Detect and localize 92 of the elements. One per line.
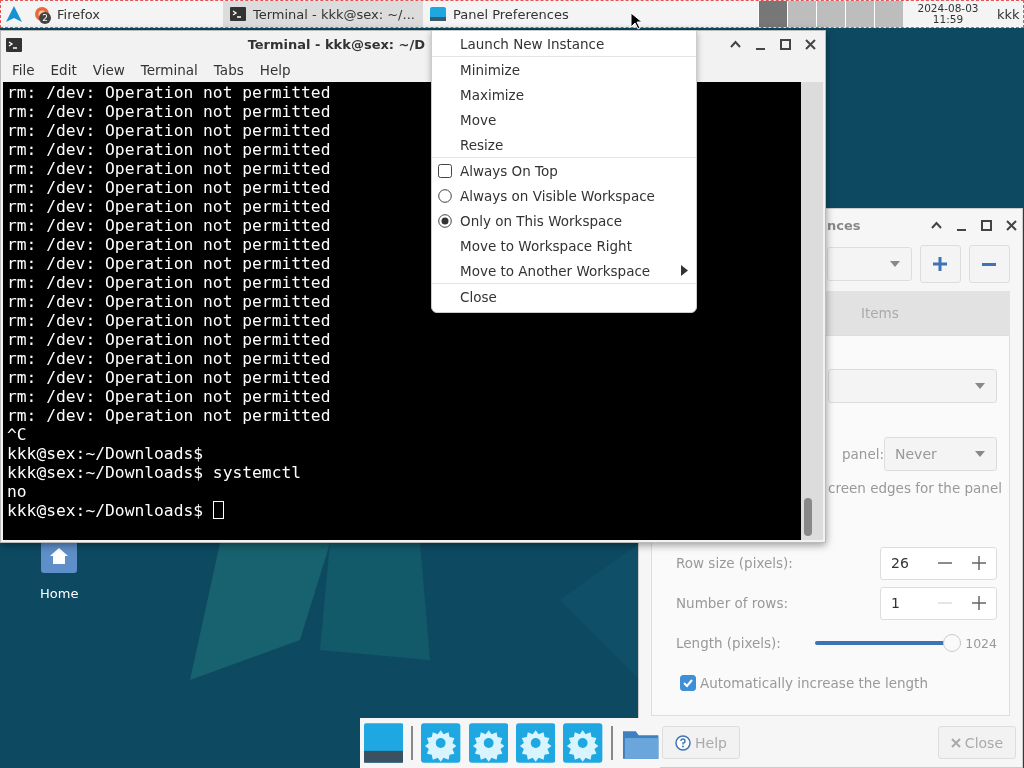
- field-label: panel:: [842, 446, 884, 462]
- terminal-line: rm: /dev: Operation not permitted: [7, 121, 331, 140]
- maximize-button[interactable]: [980, 218, 993, 232]
- field-label: creen edges for the panel: [828, 480, 1002, 496]
- menu-icon[interactable]: [5, 5, 23, 23]
- terminal-line: rm: /dev: Operation not permitted: [7, 368, 331, 387]
- submenu-arrow-icon: [681, 265, 688, 276]
- radio-button[interactable]: [438, 188, 452, 203]
- field-label: Number of rows:: [676, 595, 788, 611]
- menu-item[interactable]: View: [85, 60, 132, 80]
- terminal-line: rm: /dev: Operation not permitted: [7, 102, 331, 121]
- gear-icon[interactable]: [421, 723, 461, 763]
- window-title: Terminal - kkk@sex: ~/D: [247, 37, 425, 52]
- gear-icon[interactable]: [516, 723, 556, 763]
- gear-icon[interactable]: [468, 723, 508, 763]
- user-name[interactable]: kkk: [993, 6, 1023, 22]
- terminal-line: rm: /dev: Operation not permitted: [7, 330, 331, 349]
- caret-icon: [974, 382, 986, 390]
- radio-button[interactable]: [438, 213, 452, 228]
- menu-item[interactable]: Move to Workspace Right: [460, 237, 632, 254]
- terminal-line: rm: /dev: Operation not permitted: [7, 197, 331, 216]
- field-label: Length (pixels):: [676, 635, 781, 651]
- menu-item[interactable]: Maximize: [460, 86, 524, 103]
- remove-button[interactable]: [968, 245, 1010, 283]
- clock-time: 11:59: [932, 14, 964, 25]
- scrollbar[interactable]: [801, 82, 823, 540]
- terminal-line: rm: /dev: Operation not permitted: [7, 235, 331, 254]
- terminal-line: rm: /dev: Operation not permitted: [7, 140, 331, 159]
- terminal-line: kkk@sex:~/Downloads$: [7, 444, 204, 463]
- terminal-line: no: [7, 482, 27, 501]
- menu-item[interactable]: Resize: [460, 136, 504, 153]
- increment-button[interactable]: [972, 596, 986, 610]
- menu-item[interactable]: Launch New Instance: [460, 35, 605, 52]
- maximize-button[interactable]: [779, 38, 792, 51]
- terminal-icon: [229, 5, 247, 23]
- terminal-line: rm: /dev: Operation not permitted: [7, 216, 331, 235]
- terminal-line: rm: /dev: Operation not permitted: [7, 178, 331, 197]
- taskbar-button[interactable]: Terminal - kkk@sex: ~/...: [223, 1, 423, 27]
- caret-icon: [974, 450, 986, 458]
- close-icon: [950, 737, 961, 748]
- terminal-icon: [5, 35, 23, 54]
- menu-item[interactable]: Help: [252, 60, 298, 80]
- terminal-line: rm: /dev: Operation not permitted: [7, 406, 331, 425]
- count-badge: 2: [39, 12, 51, 24]
- terminal-line: rm: /dev: Operation not permitted: [7, 311, 331, 330]
- terminal-line: rm: /dev: Operation not permitted: [7, 83, 331, 102]
- icon-label[interactable]: Home: [40, 586, 79, 601]
- menu-item[interactable]: Tabs: [206, 60, 251, 80]
- menu-item[interactable]: Always on Visible Workspace: [460, 187, 655, 204]
- increment-button[interactable]: [972, 556, 986, 570]
- checkbox[interactable]: [438, 163, 452, 178]
- terminal-line: rm: /dev: Operation not permitted: [7, 349, 331, 368]
- terminal-line: ^C: [7, 425, 27, 444]
- menu-item[interactable]: Terminal: [133, 60, 205, 80]
- terminal-line: rm: /dev: Operation not permitted: [7, 387, 331, 406]
- panel-icon[interactable]: [364, 723, 404, 763]
- menu-item[interactable]: Minimize: [460, 61, 520, 78]
- menu-item[interactable]: Move: [460, 111, 497, 128]
- close-button[interactable]: [1005, 218, 1018, 232]
- terminal-line: rm: /dev: Operation not permitted: [7, 159, 331, 178]
- spin-field[interactable]: 1: [880, 586, 997, 620]
- menu-item[interactable]: Always On Top: [460, 162, 558, 179]
- terminal-line: rm: /dev: Operation not permitted: [7, 292, 331, 311]
- menu-item[interactable]: Close: [460, 288, 497, 305]
- window-title: nces: [827, 217, 861, 233]
- gear-icon[interactable]: [563, 723, 603, 763]
- clock-date: 2024-08-03: [917, 3, 979, 14]
- terminal-line: rm: /dev: Operation not permitted: [7, 273, 331, 292]
- panel-icon: [429, 5, 447, 23]
- terminal-line: kkk@sex:~/Downloads$ systemctl: [7, 463, 302, 482]
- menu-item[interactable]: File: [5, 60, 42, 80]
- spin-field[interactable]: 26: [880, 546, 997, 580]
- text-cursor: [212, 501, 224, 519]
- menu-item[interactable]: Only on This Workspace: [460, 212, 622, 229]
- taskbar-button[interactable]: 2 Firefox: [27, 1, 223, 27]
- minus-icon: [982, 262, 997, 266]
- checkbox[interactable]: [680, 675, 696, 691]
- home-folder-icon[interactable]: [40, 540, 79, 574]
- menu-item[interactable]: Move to Another Workspace: [460, 262, 651, 279]
- length-slider[interactable]: [815, 634, 961, 652]
- add-button[interactable]: [919, 245, 961, 283]
- slider-value: 1024: [964, 635, 997, 651]
- terminal-line: kkk@sex:~/Downloads$: [7, 501, 224, 520]
- workspace-switcher[interactable]: [758, 1, 903, 27]
- caret-icon: [888, 260, 901, 268]
- help-icon: [675, 734, 691, 751]
- close-button[interactable]: [804, 38, 817, 51]
- plus-icon: [932, 256, 949, 272]
- terminal-line: rm: /dev: Operation not permitted: [7, 254, 331, 273]
- taskbar-button[interactable]: Panel Preferences: [423, 1, 623, 27]
- menu-item[interactable]: Edit: [43, 60, 84, 80]
- field-label: Row size (pixels):: [676, 555, 793, 571]
